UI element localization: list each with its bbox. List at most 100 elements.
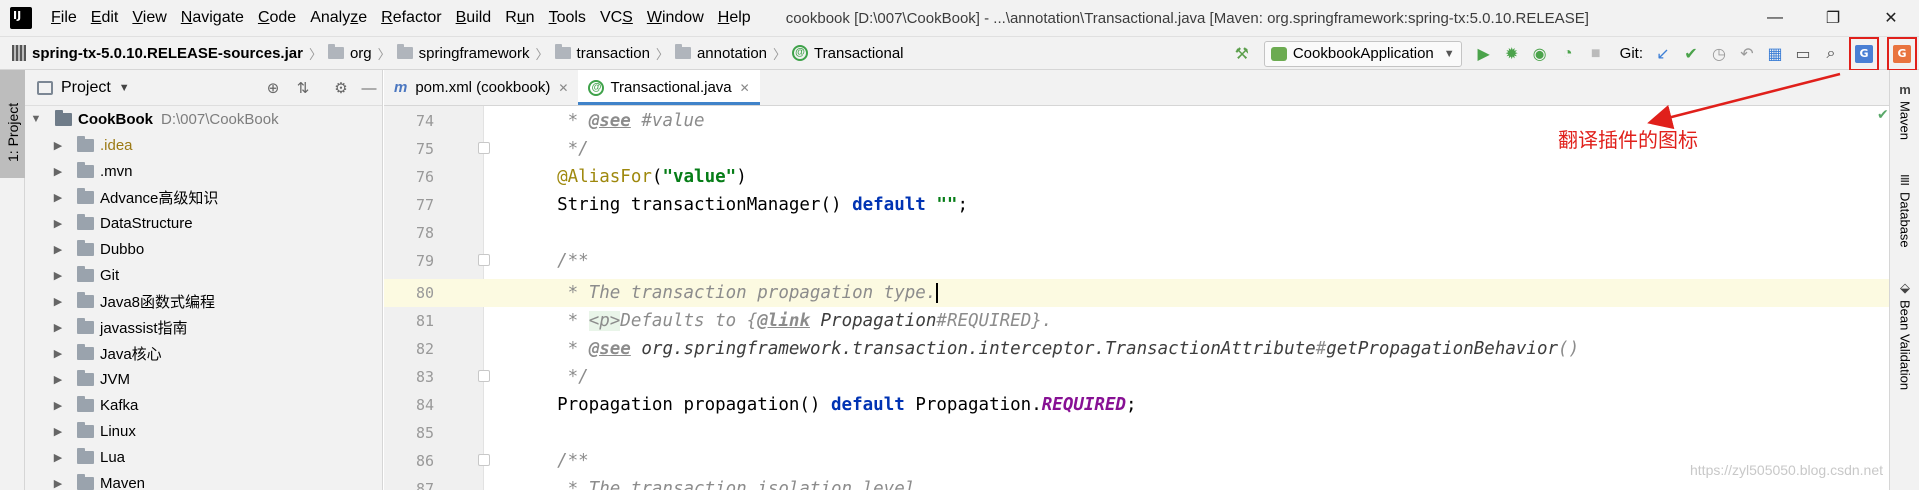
tree-item[interactable]: ▶ .mvn — [51, 158, 133, 184]
chevron-right-icon[interactable]: ▶ — [51, 165, 65, 178]
tree-item[interactable]: ▶ javassist指南 — [51, 314, 188, 340]
git-history-icon[interactable]: ◷ — [1705, 40, 1733, 68]
stop-icon[interactable]: ■ — [1582, 40, 1610, 68]
breadcrumb-springframework[interactable]: springframework 〉 — [396, 44, 555, 63]
minimize-button[interactable]: — — [1747, 0, 1803, 36]
project-tool-tab[interactable]: 1: Project — [0, 70, 25, 178]
translate-plugin-alt-button[interactable]: G — [1887, 36, 1917, 71]
menu-refactor[interactable]: Refactor — [374, 9, 448, 27]
code-line[interactable]: 86 /** — [384, 447, 589, 475]
git-update-icon[interactable]: ↙ — [1649, 40, 1677, 68]
tree-item[interactable]: ▶ Java8函数式编程 — [51, 288, 215, 314]
maven-tool-tab[interactable]: m Maven — [1896, 82, 1914, 140]
code-line[interactable]: 77 String transactionManager() default "… — [384, 191, 968, 219]
close-window-button[interactable]: ✕ — [1863, 0, 1919, 36]
code-line[interactable]: 82 * @see org.springframework.transactio… — [384, 335, 1579, 363]
chevron-right-icon[interactable]: ▶ — [51, 139, 65, 152]
menu-window[interactable]: Window — [640, 9, 711, 27]
menu-navigate[interactable]: Navigate — [174, 9, 251, 27]
tree-root-cookbook[interactable]: ▼ CookBook D:\007\CookBook — [29, 106, 279, 132]
tree-item[interactable]: ▶ Linux — [51, 418, 136, 444]
run-with-coverage-icon[interactable]: ◉ — [1526, 40, 1554, 68]
menu-view[interactable]: View — [125, 9, 173, 27]
project-structure-icon[interactable]: ▦ — [1761, 40, 1789, 68]
chevron-right-icon[interactable]: ▶ — [51, 243, 65, 256]
gear-icon[interactable]: ⚙ — [331, 78, 351, 98]
inspection-ok-icon[interactable]: ✔ — [1877, 106, 1889, 123]
chevron-right-icon[interactable]: ▶ — [51, 321, 65, 334]
breadcrumb-transactional[interactable]: @ Transactional — [792, 45, 904, 62]
code-line[interactable]: 76 @AliasFor("value") — [384, 163, 747, 191]
translate-plugin-button[interactable]: G — [1849, 36, 1879, 71]
chevron-right-icon[interactable]: ▶ — [51, 295, 65, 308]
code-line[interactable]: 85 — [384, 419, 434, 447]
database-tool-tab[interactable]: ≣ Database — [1896, 172, 1914, 248]
run-configuration-select[interactable]: CookbookApplication ▼ — [1263, 40, 1462, 67]
git-commit-icon[interactable]: ✔ — [1677, 40, 1705, 68]
menu-build[interactable]: Build — [449, 9, 499, 27]
chevron-right-icon[interactable]: ▶ — [51, 347, 65, 360]
tree-item[interactable]: ▶ Dubbo — [51, 236, 144, 262]
menu-file[interactable]: File — [44, 9, 84, 27]
code-line[interactable]: 75 */ — [384, 135, 589, 163]
debug-icon[interactable]: ✹ — [1498, 40, 1526, 68]
hide-panel-icon[interactable]: — — [359, 78, 379, 98]
menu-help[interactable]: Help — [711, 9, 758, 27]
chevron-right-icon[interactable]: ▶ — [51, 399, 65, 412]
restore-button[interactable]: ❐ — [1805, 0, 1861, 36]
code-line[interactable]: 84 Propagation propagation() default Pro… — [384, 391, 1137, 419]
close-icon[interactable]: ✕ — [740, 81, 750, 95]
profile-icon[interactable]: ◔ — [1554, 40, 1582, 68]
menu-edit[interactable]: Edit — [84, 9, 126, 27]
menu-code[interactable]: Code — [251, 9, 303, 27]
fold-marker-icon[interactable] — [478, 454, 490, 466]
chevron-right-icon[interactable]: ▶ — [51, 269, 65, 282]
chevron-right-icon[interactable]: ▶ — [51, 425, 65, 438]
project-panel-title[interactable]: Project — [61, 79, 111, 97]
fold-marker-icon[interactable] — [478, 370, 490, 382]
bean-validation-tool-tab[interactable]: ⬙ Bean Validation — [1896, 280, 1914, 390]
tab-transactional-java[interactable]: @ Transactional.java ✕ — [578, 70, 760, 105]
terminal-icon[interactable]: ▭ — [1789, 40, 1817, 68]
code-line[interactable]: 79 /** — [384, 247, 589, 275]
chevron-right-icon[interactable]: ▶ — [51, 373, 65, 386]
tree-item[interactable]: ▶ Maven — [51, 470, 145, 490]
tree-item[interactable]: ▶ .idea — [51, 132, 133, 158]
tree-item[interactable]: ▶ Advance高级知识 — [51, 184, 218, 210]
collapse-all-icon[interactable]: ⇅ — [293, 78, 313, 98]
breadcrumb-annotation[interactable]: annotation 〉 — [674, 44, 792, 63]
code-line[interactable]: 81 * <p>Defaults to {@link Propagation#R… — [384, 307, 1052, 335]
chevron-right-icon[interactable]: ▶ — [51, 477, 65, 490]
menu-analyze[interactable]: Analyze — [303, 9, 374, 27]
breadcrumb-jar[interactable]: spring-tx-5.0.10.RELEASE-sources.jar 〉 — [0, 44, 328, 63]
code-line[interactable]: 83 */ — [384, 363, 589, 391]
git-rollback-icon[interactable]: ↶ — [1733, 40, 1761, 68]
code-line[interactable]: 78 — [384, 219, 434, 247]
tree-item[interactable]: ▶ Lua — [51, 444, 125, 470]
chevron-right-icon[interactable]: ▶ — [51, 191, 65, 204]
code-line-current[interactable]: 80 * The transaction propagation type. — [384, 279, 939, 307]
tree-item[interactable]: ▶ Git — [51, 262, 119, 288]
menu-run[interactable]: Run — [498, 9, 541, 27]
tree-item[interactable]: ▶ DataStructure — [51, 210, 193, 236]
chevron-down-icon[interactable]: ▼ — [29, 113, 43, 125]
chevron-right-icon[interactable]: ▶ — [51, 217, 65, 230]
code-line[interactable]: 87 * The transaction isolation level. — [384, 475, 926, 490]
breadcrumb-org[interactable]: org 〉 — [327, 44, 397, 63]
tree-item[interactable]: ▶ JVM — [51, 366, 130, 392]
run-icon[interactable]: ▶ — [1470, 40, 1498, 68]
menu-tools[interactable]: Tools — [542, 9, 593, 27]
fold-marker-icon[interactable] — [478, 142, 490, 154]
code-line[interactable]: 74 * @see #value — [384, 107, 705, 135]
menu-vcs[interactable]: VCS — [593, 9, 640, 27]
close-icon[interactable]: ✕ — [558, 81, 568, 95]
breadcrumb-transaction[interactable]: transaction 〉 — [554, 44, 675, 63]
tree-item[interactable]: ▶ Java核心 — [51, 340, 162, 366]
locate-target-icon[interactable]: ⊕ — [263, 78, 283, 98]
chevron-right-icon[interactable]: ▶ — [51, 451, 65, 464]
fold-marker-icon[interactable] — [478, 254, 490, 266]
tab-pom-xml[interactable]: m pom.xml (cookbook) ✕ — [384, 70, 578, 105]
build-hammer-icon[interactable]: ⚒ — [1228, 40, 1256, 68]
tree-item[interactable]: ▶ Kafka — [51, 392, 138, 418]
chevron-down-icon[interactable]: ▼ — [119, 82, 130, 94]
